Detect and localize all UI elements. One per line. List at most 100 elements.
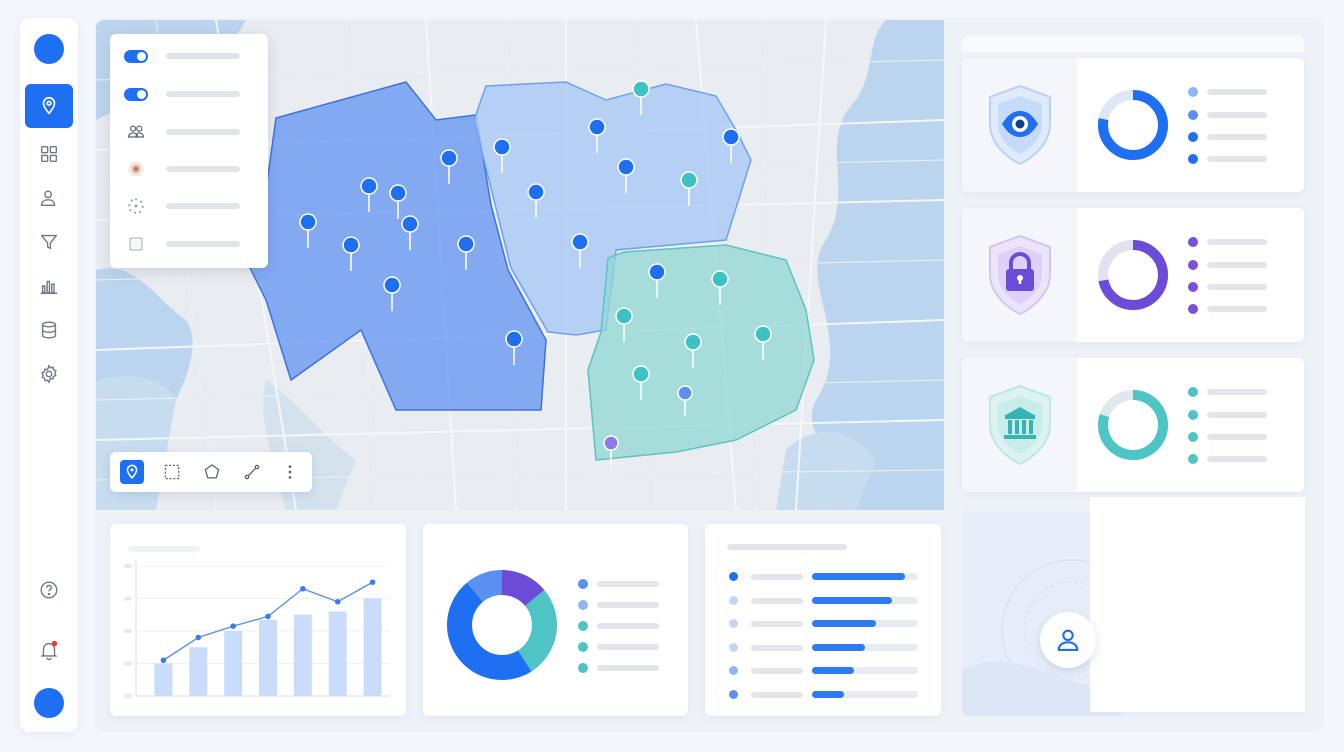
chart-bar [154, 663, 173, 696]
help-button[interactable] [25, 568, 73, 612]
legend-item [1188, 387, 1278, 397]
cluster-icon [128, 198, 144, 214]
layer-row[interactable] [110, 44, 268, 68]
y-tick-label [124, 629, 132, 633]
layer-checkbox[interactable] [124, 234, 148, 254]
rank-dot [729, 689, 738, 699]
status-header [962, 36, 1304, 52]
layer-label [166, 241, 240, 247]
group-icon [127, 125, 145, 138]
eye-shield-icon [988, 84, 1051, 166]
more-options-button[interactable] [278, 460, 302, 484]
ranking-row [705, 689, 941, 700]
distribution-donut [447, 570, 557, 680]
chart-point [230, 623, 236, 629]
legend-item [1188, 454, 1278, 464]
polygon-tool-button[interactable] [200, 460, 224, 484]
chart-point [369, 579, 376, 586]
database-icon [41, 321, 57, 339]
distribution-card [423, 524, 688, 716]
chart-bar [293, 614, 312, 696]
map-pin-icon [42, 96, 56, 115]
rank-bar [812, 643, 865, 651]
chart-point [300, 585, 306, 592]
layer-row[interactable] [110, 194, 268, 218]
ranking-row [705, 572, 941, 582]
lock-shield-icon [988, 234, 1051, 316]
bank-shield-icon [988, 384, 1051, 466]
notifications-button[interactable] [25, 628, 73, 672]
rank-bar [812, 690, 844, 698]
bell-icon [40, 640, 58, 661]
legend-item [1188, 237, 1278, 247]
trend-chart-card [110, 524, 406, 716]
line-tool-icon [244, 464, 260, 480]
bar-chart-icon [40, 280, 58, 295]
nav-filter-button[interactable] [25, 220, 73, 264]
y-tick-label [124, 596, 132, 601]
chart-point [195, 634, 202, 641]
security-card-visibility[interactable] [962, 58, 1304, 192]
rank-dot [729, 619, 738, 628]
nav-analytics-button[interactable] [25, 264, 73, 308]
user-avatar[interactable] [34, 688, 64, 718]
chart-bar [363, 598, 382, 696]
nav-settings-button[interactable] [25, 352, 73, 396]
layer-row[interactable] [110, 120, 268, 144]
line-tool-button[interactable] [240, 460, 264, 484]
nav-users-button[interactable] [25, 176, 73, 220]
sidebar [20, 18, 78, 732]
layer-row[interactable] [110, 157, 268, 181]
user-icon [1057, 629, 1079, 651]
ranking-row [705, 619, 941, 629]
chart-point [160, 657, 167, 664]
legend-item [578, 642, 668, 652]
chart-point [265, 613, 271, 620]
nav-database-button[interactable] [25, 308, 73, 352]
legend-item [1188, 132, 1278, 142]
checkbox-icon [129, 237, 143, 251]
toggle-on-icon [124, 87, 148, 101]
rank-bar [812, 620, 876, 627]
rank-bar [812, 596, 892, 604]
rectangle-select-button[interactable] [160, 460, 184, 484]
toggle-on-icon [124, 49, 148, 63]
rank-dot [729, 642, 738, 652]
app-logo[interactable] [34, 34, 64, 64]
layer-row[interactable] [110, 82, 268, 106]
filter-icon [40, 234, 58, 250]
legend-item [1188, 260, 1278, 270]
nav-map-button[interactable] [25, 84, 73, 128]
security-card-lock[interactable] [962, 208, 1304, 342]
rank-label [751, 668, 803, 674]
pin-tool-button[interactable] [120, 460, 144, 484]
heat-icon [128, 161, 144, 177]
ranking-row [705, 595, 941, 606]
legend-item [578, 600, 668, 610]
legend-item [1188, 87, 1278, 97]
nav-dashboard-button[interactable] [25, 132, 73, 176]
rank-dot [729, 572, 738, 581]
layer-label [166, 129, 240, 135]
y-tick-label [124, 694, 132, 698]
legend-item [1188, 282, 1278, 292]
layer-toggle[interactable] [124, 46, 148, 66]
layer-label [166, 91, 240, 97]
legend-item [578, 621, 668, 631]
layer-row[interactable] [110, 232, 268, 256]
rank-label [751, 621, 803, 627]
chart-bar [328, 611, 347, 696]
rank-label [751, 597, 803, 604]
layer-toggle[interactable] [124, 84, 148, 104]
card-title-placeholder [727, 544, 847, 550]
security-card-institution[interactable] [962, 358, 1304, 492]
chart-bar [224, 631, 243, 696]
trend-chart [124, 560, 390, 698]
profile-button[interactable] [1040, 612, 1096, 668]
layer-label [166, 203, 240, 209]
notification-badge [51, 640, 58, 647]
more-vertical-icon [288, 465, 292, 479]
users-icon [40, 190, 56, 207]
rank-label [751, 691, 803, 698]
pin-tool-icon [126, 464, 138, 479]
